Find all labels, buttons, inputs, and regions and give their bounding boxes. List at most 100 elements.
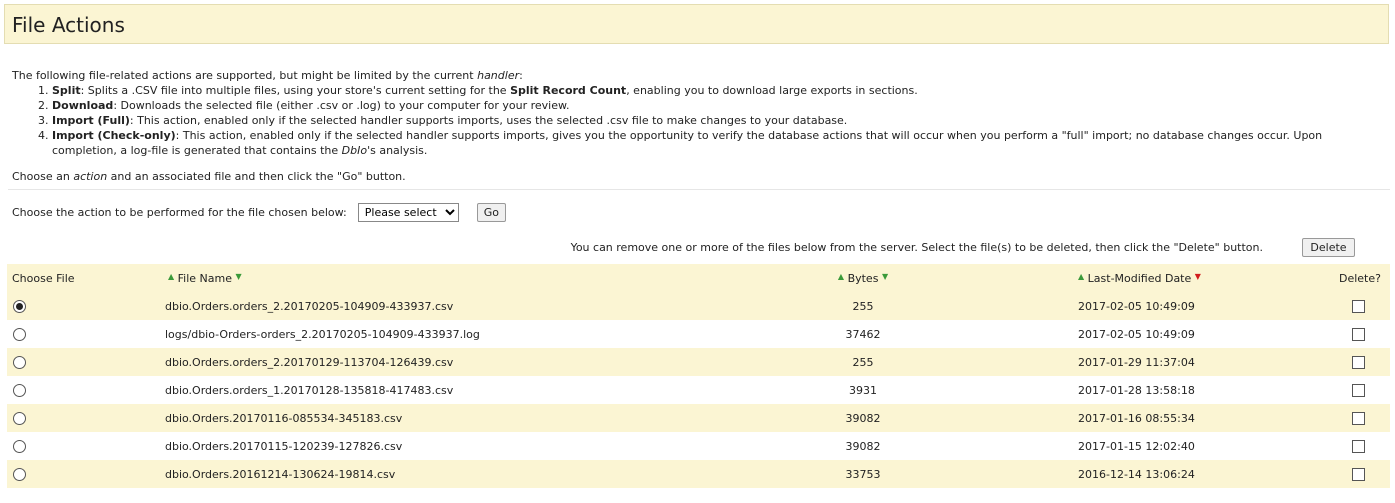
delete-checkbox[interactable]	[1352, 411, 1365, 425]
bytes-cell: 3931	[849, 383, 877, 397]
action-description-text: , enabling you to download large exports…	[626, 84, 918, 97]
file-name-cell: dbio.Orders.20170116-085534-345183.csv	[165, 411, 403, 425]
bytes-cell: 255	[852, 299, 874, 313]
date-cell: 2017-01-15 12:02:40	[1078, 439, 1195, 453]
sort-descending-icon[interactable]: ▼	[882, 272, 888, 281]
bytes-cell: 255	[852, 355, 874, 369]
table-row: dbio.Orders.20170115-120239-127826.csv 39…	[7, 432, 1390, 460]
date-cell: 2017-02-05 10:49:09	[1078, 327, 1195, 341]
action-form: Choose the action to be performed for th…	[12, 202, 507, 222]
delete-checkbox[interactable]	[1352, 299, 1365, 313]
action-name: Download	[52, 99, 114, 112]
file-radio[interactable]	[13, 327, 26, 341]
delete-button[interactable]: Delete	[1302, 238, 1355, 257]
action-description-item: Split: Splits a .CSV file into multiple …	[52, 83, 1382, 98]
action-description-item: Download: Downloads the selected file (e…	[52, 98, 1382, 113]
choose-cell	[7, 432, 162, 460]
col-file-name[interactable]: ▲ File Name ▼	[162, 264, 774, 292]
table-row: dbio.Orders.orders_2.20170129-113704-126…	[7, 348, 1390, 376]
file-name-cell: logs/dbio-Orders-orders_2.20170205-10490…	[165, 327, 480, 341]
choose-cell	[7, 376, 162, 404]
action-description-text: : This action, enabled only if the selec…	[52, 129, 1323, 157]
delete-checkbox[interactable]	[1352, 355, 1365, 369]
file-radio[interactable]	[13, 299, 26, 313]
delete-checkbox[interactable]	[1352, 327, 1365, 341]
action-description-item: Import (Check-only): This action, enable…	[52, 128, 1382, 158]
col-delete: Delete?	[1339, 271, 1381, 285]
date-cell: 2017-01-28 13:58:18	[1078, 383, 1195, 397]
action-select[interactable]: Please select	[357, 202, 459, 222]
col-file-name-label: File Name	[177, 271, 233, 285]
table-row: dbio.Orders.orders_2.20170205-104909-433…	[7, 292, 1390, 320]
action-description-text: : Splits a .CSV file into multiple files…	[80, 84, 511, 97]
delete-cell	[1317, 460, 1390, 488]
date-cell: 2017-01-29 11:37:04	[1078, 355, 1195, 369]
sort-ascending-icon[interactable]: ▲	[1078, 272, 1084, 281]
col-last-modified-label: Last-Modified Date	[1087, 271, 1192, 285]
choose-cell	[7, 348, 162, 376]
action-description-text: 's analysis.	[367, 144, 428, 157]
delete-checkbox[interactable]	[1352, 383, 1365, 397]
action-description-text: DbIo	[341, 144, 368, 157]
file-name-cell: dbio.Orders.20161214-130624-19814.csv	[165, 467, 396, 481]
file-radio[interactable]	[13, 467, 26, 481]
choose-cell	[7, 320, 162, 348]
table-row: logs/dbio-Orders-orders_2.20170205-10490…	[7, 320, 1390, 348]
intro-section: The following file-related actions are s…	[12, 68, 1382, 184]
page-title: File Actions	[12, 13, 125, 37]
section-divider	[8, 189, 1390, 190]
files-table: Choose File ▲ File Name ▼ ▲ Bytes ▼ ▲ La…	[7, 264, 1390, 488]
table-row: dbio.Orders.20170116-085534-345183.csv 39…	[7, 404, 1390, 432]
action-name: Split	[52, 84, 81, 97]
delete-cell	[1317, 320, 1390, 348]
bytes-cell: 33753	[845, 467, 881, 481]
action-name: Import (Check-only)	[52, 129, 176, 142]
bytes-cell: 39082	[845, 411, 881, 425]
table-header-row: Choose File ▲ File Name ▼ ▲ Bytes ▼ ▲ La…	[7, 264, 1390, 292]
files-table-body: dbio.Orders.orders_2.20170205-104909-433…	[7, 292, 1390, 488]
file-name-cell: dbio.Orders.20170115-120239-127826.csv	[165, 439, 403, 453]
sort-descending-icon[interactable]: ▼	[236, 272, 242, 281]
date-cell: 2016-12-14 13:06:24	[1078, 467, 1195, 481]
action-description-text: Split Record Count	[510, 84, 627, 97]
bytes-cell: 39082	[845, 439, 881, 453]
choose-cell	[7, 404, 162, 432]
table-row: dbio.Orders.orders_1.20170128-135818-417…	[7, 376, 1390, 404]
intro-lead: The following file-related actions are s…	[12, 69, 523, 82]
action-label: Choose the action to be performed for th…	[12, 205, 347, 219]
file-radio[interactable]	[13, 439, 26, 453]
delete-instruction: You can remove one or more of the files …	[570, 241, 1263, 254]
sort-descending-active-icon[interactable]: ▼	[1195, 272, 1201, 281]
file-radio[interactable]	[13, 355, 26, 369]
action-description-text: : Downloads the selected file (either .c…	[113, 99, 570, 112]
go-button[interactable]: Go	[476, 202, 507, 222]
bytes-cell: 37462	[845, 327, 881, 341]
delete-checkbox[interactable]	[1352, 439, 1365, 453]
delete-cell	[1317, 292, 1390, 320]
page-header: File Actions	[4, 4, 1389, 44]
file-radio[interactable]	[13, 383, 26, 397]
file-name-cell: dbio.Orders.orders_2.20170129-113704-126…	[165, 355, 454, 369]
date-cell: 2017-01-16 08:55:34	[1078, 411, 1195, 425]
col-bytes-label: Bytes	[847, 271, 879, 285]
col-last-modified[interactable]: ▲ Last-Modified Date ▼	[952, 264, 1317, 292]
delete-cell	[1317, 348, 1390, 376]
table-row: dbio.Orders.20161214-130624-19814.csv 337…	[7, 460, 1390, 488]
delete-checkbox[interactable]	[1352, 467, 1365, 481]
choose-cell	[7, 292, 162, 320]
delete-bar: You can remove one or more of the files …	[0, 238, 1395, 257]
choose-instruction: Choose an action and an associated file …	[12, 170, 406, 183]
sort-ascending-icon[interactable]: ▲	[838, 272, 844, 281]
action-descriptions-list: Split: Splits a .CSV file into multiple …	[12, 83, 1382, 158]
action-name: Import (Full)	[52, 114, 130, 127]
col-bytes[interactable]: ▲ Bytes ▼	[774, 264, 952, 292]
sort-ascending-icon[interactable]: ▲	[168, 272, 174, 281]
date-cell: 2017-02-05 10:49:09	[1078, 299, 1195, 313]
file-name-cell: dbio.Orders.orders_2.20170205-104909-433…	[165, 299, 454, 313]
delete-cell	[1317, 404, 1390, 432]
choose-cell	[7, 460, 162, 488]
delete-cell	[1317, 376, 1390, 404]
file-name-cell: dbio.Orders.orders_1.20170128-135818-417…	[165, 383, 454, 397]
action-description-item: Import (Full): This action, enabled only…	[52, 113, 1382, 128]
file-radio[interactable]	[13, 411, 26, 425]
